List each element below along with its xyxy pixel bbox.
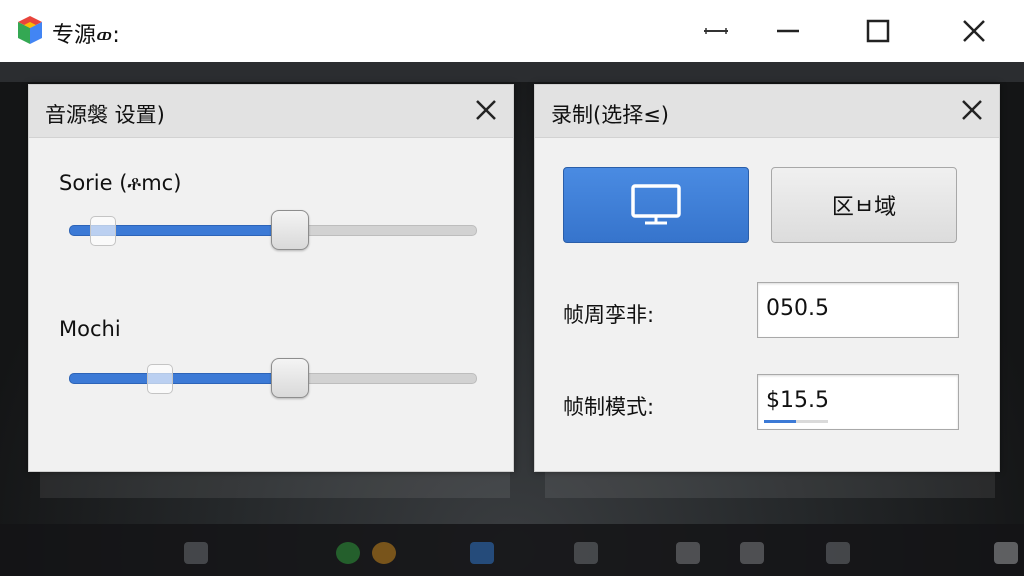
taskbar-icon [372,542,396,564]
taskbar-icon [184,542,208,564]
panel-title: 录制(选择≤) [551,103,669,127]
taskbar-icon [574,542,598,564]
panel-header: 音源褩 设置) [29,85,513,138]
restore-icon [704,28,728,34]
frame-rate-input[interactable]: 050.5 [757,282,959,338]
slider-thumb[interactable] [271,210,310,250]
taskbar-icon [470,542,494,564]
panel-header: 录制(选择≤) [535,85,999,138]
close-icon [963,20,985,42]
volume-slider-1[interactable] [69,210,477,250]
app-logo-icon [18,16,42,44]
input-value: $15.5 [766,388,829,413]
input-value: 050.5 [766,296,829,321]
taskbar-icon [740,542,764,564]
panel-title: 音源褩 设置) [45,103,165,127]
record-panel: 录制(选择≤) 区ㅂ域 帧周孪非: 050.5 帧制模式: $15.5 [534,84,1000,472]
minimize-button[interactable] [764,8,812,54]
field-label: 帧制模式: [563,395,655,419]
frame-mode-input[interactable]: $15.5 [757,374,959,430]
taskbar-icon [336,542,360,564]
taskbar-icon [826,542,850,564]
monitor-icon [631,184,681,225]
maximize-button[interactable] [854,8,902,54]
screen-mode-button[interactable] [563,167,749,243]
field-label: 帧周孪非: [563,303,655,327]
close-icon[interactable] [473,97,499,123]
taskbar-icon [676,542,700,564]
input-progress-bar [764,420,828,423]
slider-thumb[interactable] [271,358,310,398]
volume-slider-2[interactable] [69,358,477,398]
title-bar: 专源ወ: [0,0,1024,62]
region-mode-button[interactable]: 区ㅂ域 [771,167,957,243]
background-toolbar-right [545,470,995,498]
background-toolbar-left [40,470,510,498]
slider-ghost-marker [89,216,116,246]
input-progress-fill [764,420,796,423]
taskbar [0,524,1024,576]
maximize-icon [866,19,890,43]
slider-fill [69,373,292,384]
slider-label: Mochi [59,317,121,341]
close-window-button[interactable] [950,8,998,54]
window-title: 专源ወ: [52,23,120,48]
restore-button[interactable] [692,8,740,54]
minimize-icon [777,29,799,33]
slider-label: Sorie (ቶmc) [59,171,182,195]
taskbar-icon [994,542,1018,564]
audio-settings-panel: 音源褩 设置) Sorie (ቶmc) Mochi [28,84,514,472]
close-icon[interactable] [959,97,985,123]
slider-ghost-marker [146,364,173,394]
